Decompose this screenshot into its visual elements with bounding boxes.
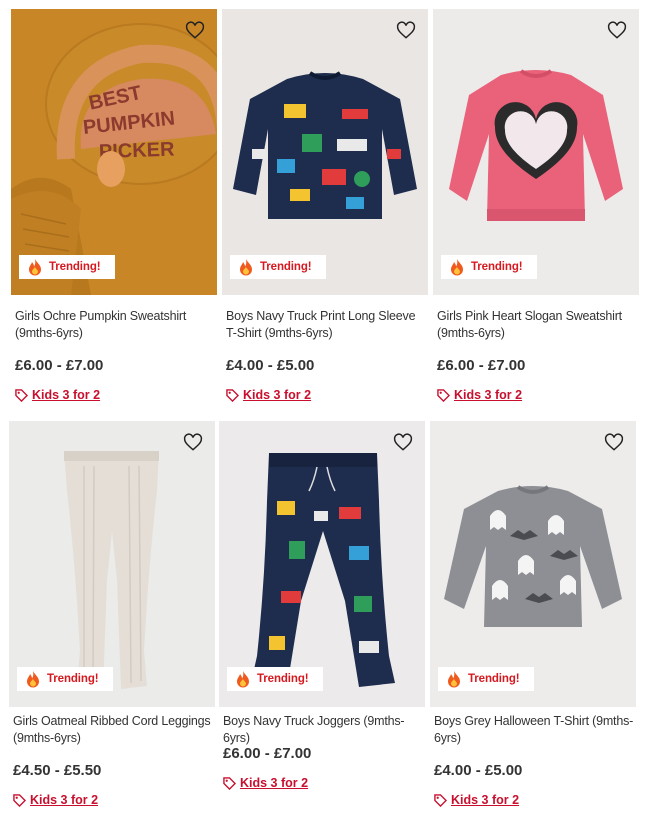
trending-badge: Trending! [19, 255, 115, 279]
promo-link[interactable]: Kids 3 for 2 [223, 776, 308, 790]
product-name[interactable]: Girls Oatmeal Ribbed Cord Leggings (9mth… [13, 713, 213, 747]
product-price: £4.00 - £5.00 [226, 357, 315, 374]
product-name[interactable]: Boys Grey Halloween T-Shirt (9mths-6yrs) [434, 713, 634, 747]
promo-link[interactable]: Kids 3 for 2 [13, 793, 98, 807]
product-image[interactable]: Trending! [430, 421, 636, 707]
product-name[interactable]: Girls Ochre Pumpkin Sweatshirt (9mths-6y… [15, 308, 215, 342]
product-image[interactable]: Trending! [222, 9, 428, 295]
product-price: £6.00 - £7.00 [223, 745, 312, 762]
tag-icon [437, 388, 450, 402]
trending-label: Trending! [257, 673, 309, 685]
promo-link[interactable]: Kids 3 for 2 [437, 388, 522, 402]
trending-badge: Trending! [17, 667, 113, 691]
promo-label: Kids 3 for 2 [454, 388, 523, 402]
product-price: £6.00 - £7.00 [437, 357, 526, 374]
product-price: £4.00 - £5.00 [434, 762, 523, 779]
heart-outline-icon[interactable] [604, 433, 624, 453]
heart-outline-icon[interactable] [185, 21, 205, 41]
flame-icon [29, 259, 41, 276]
trending-badge: Trending! [230, 255, 326, 279]
heart-outline-icon[interactable] [183, 433, 203, 453]
promo-link[interactable]: Kids 3 for 2 [226, 388, 311, 402]
flame-icon [451, 259, 463, 276]
flame-icon [237, 671, 249, 688]
trending-label: Trending! [260, 261, 312, 273]
heart-outline-icon[interactable] [396, 21, 416, 41]
trending-label: Trending! [471, 261, 523, 273]
trending-badge: Trending! [227, 667, 323, 691]
product-image[interactable]: BEST PUMPKIN PICKER Trending! [11, 9, 217, 295]
tag-icon [223, 776, 236, 790]
trending-badge: Trending! [441, 255, 537, 279]
trending-badge: Trending! [438, 667, 534, 691]
product-price: £6.00 - £7.00 [15, 357, 104, 374]
tag-icon [13, 793, 26, 807]
product-name[interactable]: Boys Navy Truck Joggers (9mths-6yrs) [223, 713, 423, 747]
trending-label: Trending! [47, 673, 99, 685]
product-name[interactable]: Boys Navy Truck Print Long Sleeve T-Shir… [226, 308, 426, 342]
trending-label: Trending! [468, 673, 520, 685]
flame-icon [448, 671, 460, 688]
promo-label: Kids 3 for 2 [30, 793, 99, 807]
product-name[interactable]: Girls Pink Heart Slogan Sweatshirt (9mth… [437, 308, 637, 342]
promo-link[interactable]: Kids 3 for 2 [434, 793, 519, 807]
promo-label: Kids 3 for 2 [32, 388, 101, 402]
promo-link[interactable]: Kids 3 for 2 [15, 388, 100, 402]
promo-label: Kids 3 for 2 [243, 388, 312, 402]
product-image[interactable]: Trending! [219, 421, 425, 707]
promo-label: Kids 3 for 2 [240, 776, 309, 790]
heart-outline-icon[interactable] [393, 433, 413, 453]
product-image[interactable]: Trending! [9, 421, 215, 707]
product-price: £4.50 - £5.50 [13, 762, 102, 779]
trending-label: Trending! [49, 261, 101, 273]
heart-outline-icon[interactable] [607, 21, 627, 41]
flame-icon [240, 259, 252, 276]
tag-icon [15, 388, 28, 402]
tag-icon [226, 388, 239, 402]
flame-icon [27, 671, 39, 688]
tag-icon [434, 793, 447, 807]
product-image[interactable]: Trending! [433, 9, 639, 295]
promo-label: Kids 3 for 2 [451, 793, 520, 807]
